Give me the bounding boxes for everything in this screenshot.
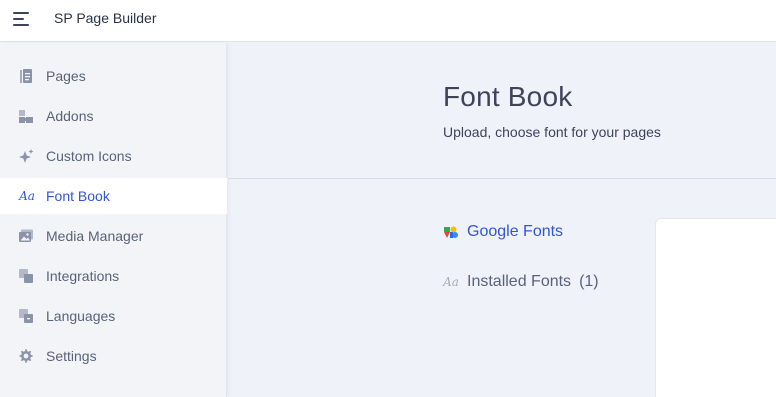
media-icon: [17, 227, 35, 245]
page-header: Font Book Upload, choose font for your p…: [228, 43, 776, 179]
page-title: Font Book: [443, 81, 573, 112]
font-icon: Aa: [19, 189, 35, 203]
sidebar-item-settings[interactable]: Settings: [0, 338, 227, 374]
languages-icon: [17, 307, 35, 325]
tab-label: Google Fonts: [467, 223, 564, 240]
gear-icon: [17, 347, 35, 365]
sidebar-item-label: Settings: [46, 348, 97, 364]
integrations-icon: [17, 267, 35, 285]
sidebar: Pages Addons Custom Icons Aa Font Book M…: [0, 43, 227, 397]
sidebar-item-label: Integrations: [46, 268, 120, 284]
hamburger-menu-icon[interactable]: [13, 11, 31, 27]
sidebar-item-addons[interactable]: Addons: [0, 98, 227, 134]
sidebar-item-custom-icons[interactable]: Custom Icons: [0, 138, 227, 174]
google-fonts-icon: [443, 224, 459, 240]
sidebar-item-integrations[interactable]: Integrations: [0, 258, 227, 294]
sidebar-item-label: Addons: [46, 108, 94, 124]
pages-icon: [17, 67, 35, 85]
sidebar-item-label: Font Book: [46, 188, 110, 204]
addons-icon: [17, 107, 35, 125]
installed-count: (1): [579, 273, 599, 290]
sidebar-item-pages[interactable]: Pages: [0, 58, 227, 94]
top-bar: SP Page Builder: [0, 0, 776, 42]
tab-installed-fonts[interactable]: Aa Installed Fonts (1): [443, 273, 599, 291]
sidebar-item-font-book[interactable]: Aa Font Book: [0, 178, 227, 214]
sidebar-item-label: Pages: [46, 68, 86, 84]
sidebar-item-media-manager[interactable]: Media Manager: [0, 218, 227, 254]
tab-google-fonts[interactable]: Google Fonts: [443, 223, 563, 241]
sidebar-item-languages[interactable]: Languages: [0, 298, 227, 334]
sidebar-item-label: Media Manager: [46, 228, 144, 244]
app-title: SP Page Builder: [54, 10, 157, 26]
sparkle-icon: [17, 147, 35, 165]
sidebar-item-label: Custom Icons: [46, 148, 132, 164]
sidebar-item-label: Languages: [46, 308, 116, 324]
fonts-panel: [655, 218, 776, 397]
page-subtitle: Upload, choose font for your pages: [443, 124, 661, 140]
font-icon: Aa: [443, 275, 459, 289]
tab-label: Installed Fonts: [467, 273, 572, 290]
